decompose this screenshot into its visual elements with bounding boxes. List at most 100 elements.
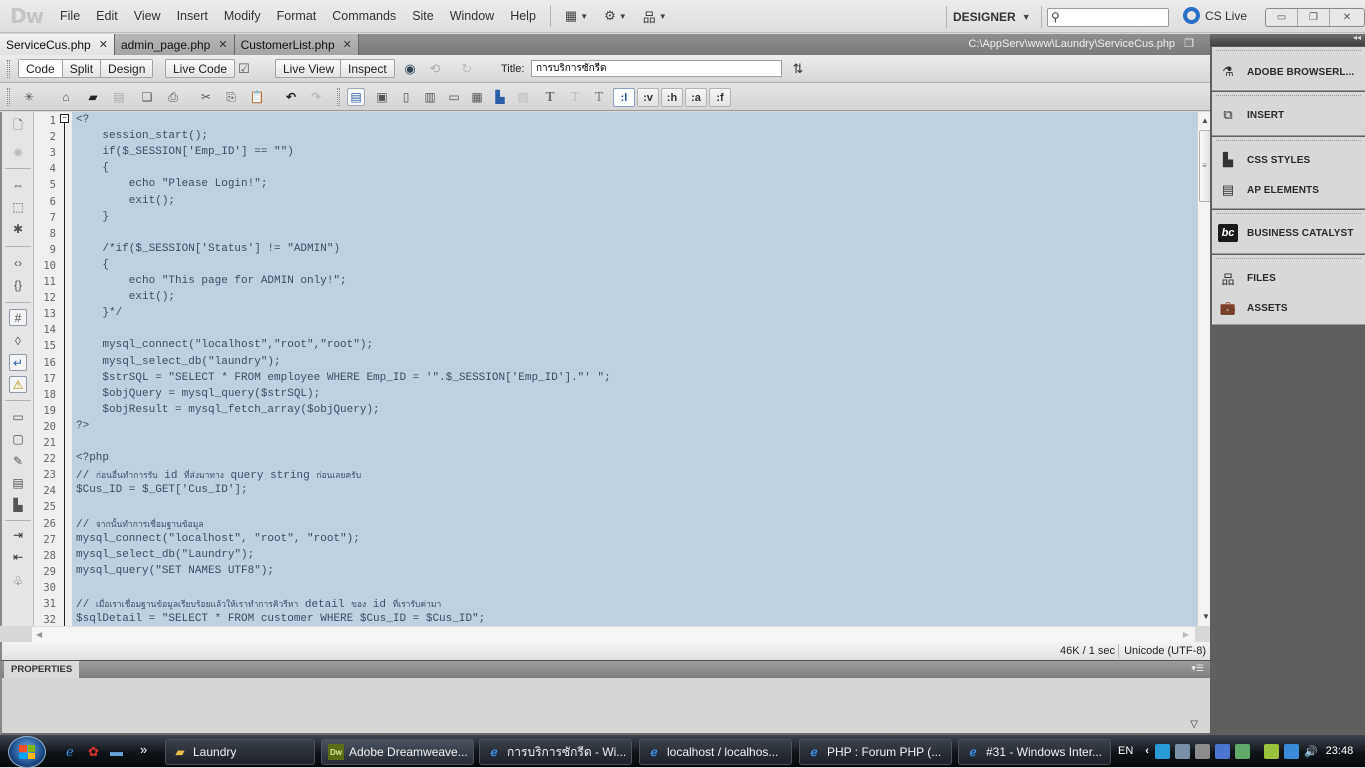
menu-file[interactable]: File — [52, 9, 88, 23]
quicklaunch-more[interactable]: » — [140, 742, 147, 757]
tray-security-icon[interactable] — [1234, 743, 1250, 759]
menu-modify[interactable]: Modify — [216, 9, 269, 23]
new-document-icon[interactable]: ✳ — [20, 88, 38, 106]
menu-edit[interactable]: Edit — [88, 9, 126, 23]
outdent-code-icon[interactable]: ⇤ — [9, 548, 27, 565]
task-ie-31[interactable]: ℯ #31 - Windows Inter... — [958, 739, 1111, 765]
recent-snippets-icon[interactable]: ▤ — [9, 474, 27, 491]
design-view-button[interactable]: Design — [101, 60, 153, 77]
balance-braces-icon[interactable]: {} — [9, 276, 27, 293]
close-tab-icon[interactable]: ✕ — [343, 38, 352, 51]
task-laundry[interactable]: ▰ Laundry — [165, 739, 315, 765]
show-code-navigator-icon[interactable]: ✺ — [9, 144, 27, 161]
spry-insert-icon[interactable]: ▭ — [445, 88, 463, 106]
clock[interactable]: 23:48 — [1326, 745, 1354, 757]
network-connection-icon[interactable] — [1283, 743, 1299, 759]
paste-icon[interactable]: 📋 — [248, 88, 266, 106]
show-desktop-icon[interactable]: ▬ — [110, 744, 123, 759]
language-indicator[interactable]: EN — [1118, 745, 1133, 757]
line-numbers-icon[interactable]: # — [9, 309, 27, 326]
collapse-code-icon[interactable]: − — [60, 114, 69, 123]
cut-icon[interactable]: ✂ — [197, 88, 215, 106]
inspect-button[interactable]: Inspect — [340, 59, 395, 78]
task-ie-laundry[interactable]: ℯ การบริการซักรีด - Wi... — [479, 739, 632, 765]
selector-hover-button[interactable]: :h — [661, 88, 683, 107]
select-parent-tag-icon[interactable]: ‹› — [9, 254, 27, 271]
minimize-button[interactable]: ▭ — [1266, 9, 1298, 26]
code-view-button[interactable]: Code — [19, 60, 63, 77]
group-grip[interactable] — [1216, 213, 1361, 215]
wrap-tag-icon[interactable]: ✎ — [9, 452, 27, 469]
menu-help[interactable]: Help — [502, 9, 544, 23]
panel-business-catalyst[interactable]: bc BUSINESS CATALYST — [1218, 220, 1354, 246]
collapse-selection-icon[interactable]: ⬚ — [9, 198, 27, 215]
tray-device-icon[interactable] — [1194, 743, 1210, 759]
tray-network-icon[interactable] — [1214, 743, 1230, 759]
data-insert-icon[interactable]: ▥ — [421, 88, 439, 106]
indent-code-icon[interactable]: ⇥ — [9, 526, 27, 543]
selector-visited-button[interactable]: :v — [637, 88, 659, 107]
doc-tab-admin-page[interactable]: admin_page.php ✕ — [114, 34, 235, 55]
browse-bridge-icon[interactable]: ▰ — [84, 88, 102, 106]
panel-adobe-browserlab[interactable]: ⚗ ADOBE BROWSERL... — [1218, 59, 1354, 85]
menu-site[interactable]: Site — [404, 9, 442, 23]
ap-element-toolbar-icon[interactable]: ▧ — [514, 88, 532, 106]
word-wrap-icon[interactable]: ↵ — [9, 354, 27, 371]
move-css-rule-icon[interactable]: ▙ — [9, 496, 27, 513]
live-code-button[interactable]: Live Code — [165, 59, 236, 78]
file-management-icon[interactable]: ⟲ — [426, 60, 444, 77]
doc-tab-customerlist[interactable]: CustomerList.php ✕ — [234, 34, 359, 55]
refresh-icon[interactable]: ↻ — [458, 60, 476, 77]
forms-insert-icon[interactable]: ▯ — [397, 88, 415, 106]
tray-tool-icon[interactable] — [1174, 743, 1190, 759]
group-grip[interactable] — [1216, 50, 1361, 52]
collapse-full-tag-icon[interactable]: ⇔ — [9, 176, 27, 193]
menu-commands[interactable]: Commands — [324, 9, 404, 23]
scroll-left-icon[interactable]: ◀ — [36, 630, 42, 639]
cs-live-button[interactable]: CS Live — [1183, 7, 1247, 24]
browser-compatibility-icon[interactable]: ☑ — [235, 60, 253, 77]
close-tab-icon[interactable]: ✕ — [99, 38, 108, 51]
selector-focus-button[interactable]: :f — [709, 88, 731, 107]
apply-comment-icon[interactable]: ▭ — [9, 408, 27, 425]
menu-window[interactable]: Window — [442, 9, 502, 23]
open-documents-icon[interactable]: 🗋 — [9, 118, 27, 135]
panel-insert[interactable]: ⧉ INSERT — [1218, 102, 1284, 128]
panel-css-styles[interactable]: ▙ CSS STYLES — [1218, 147, 1310, 173]
power-icon[interactable] — [1263, 743, 1279, 759]
undo-icon[interactable]: ↶ — [282, 88, 300, 106]
redo-icon[interactable]: ↷ — [307, 88, 325, 106]
text-size-icon[interactable]: T — [590, 88, 608, 106]
panel-assets[interactable]: 💼 ASSETS — [1218, 295, 1288, 321]
task-ie-localhost[interactable]: ℯ localhost / localhos... — [639, 739, 792, 765]
close-tab-icon[interactable]: ✕ — [218, 38, 227, 51]
panel-files[interactable]: 品 FILES — [1218, 265, 1276, 291]
restore-document-icon[interactable]: ❐ — [1184, 38, 1194, 50]
live-view-button[interactable]: Live View — [275, 59, 343, 78]
highlight-invalid-code-icon[interactable]: ◊ — [9, 332, 27, 349]
doc-tab-servicecus[interactable]: ServiceCus.php ✕ — [0, 34, 115, 55]
properties-tab[interactable]: PROPERTIES — [4, 661, 80, 678]
task-dreamweaver[interactable]: Dw Adobe Dreamweave... — [321, 739, 474, 765]
scroll-right-icon[interactable]: ▶ — [1183, 630, 1189, 639]
css-styles-toolbar-icon[interactable]: ▙ — [491, 88, 509, 106]
save-icon[interactable]: ▤ — [110, 88, 128, 106]
page-title-input[interactable] — [531, 60, 782, 77]
scroll-up-icon[interactable]: ▲ — [1201, 116, 1209, 125]
save-all-icon[interactable]: ❏ — [138, 88, 156, 106]
show-hidden-icons[interactable]: ‹ — [1145, 745, 1149, 757]
workspace-switcher[interactable]: DESIGNER ▼ — [940, 0, 1048, 33]
menu-view[interactable]: View — [126, 9, 169, 23]
toolbar-grip[interactable] — [7, 88, 10, 106]
selector-active-button[interactable]: :a — [685, 88, 707, 107]
text-style-icon[interactable]: T — [541, 88, 559, 106]
incontext-editing-icon[interactable]: ▦ — [468, 88, 486, 106]
scroll-down-icon[interactable]: ▼ — [1202, 612, 1210, 621]
tool-quicklaunch-icon[interactable]: ✿ — [88, 744, 99, 760]
volume-icon[interactable]: 🔊 — [1304, 745, 1318, 758]
help-search-input[interactable]: ⚲ — [1047, 8, 1169, 27]
print-code-icon[interactable]: ⎙ — [164, 88, 182, 106]
group-grip[interactable] — [1216, 140, 1361, 142]
group-grip[interactable] — [1216, 258, 1361, 260]
layout-dropdown[interactable]: ▦ ▼ — [557, 8, 596, 24]
